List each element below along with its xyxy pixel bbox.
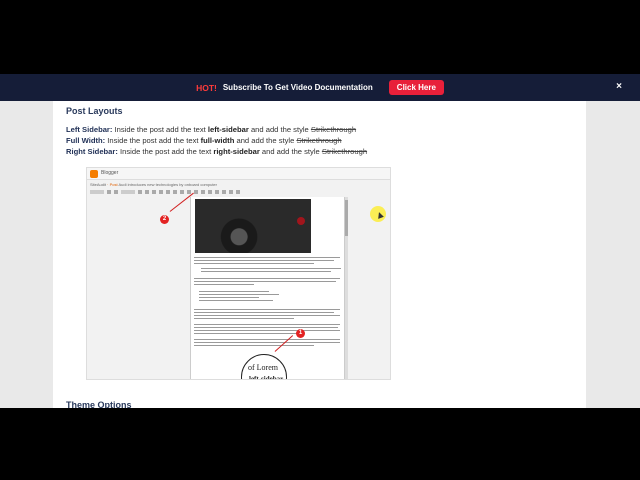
blogger-header: Blogger (87, 168, 390, 180)
editor-toolbar (90, 189, 360, 195)
post-document (190, 197, 345, 379)
blogger-logo-icon (90, 170, 98, 178)
section-title: Post Layouts (66, 106, 123, 116)
editor-scrollbar[interactable] (345, 197, 348, 379)
post-title-bar: SiteAudit · Post Audi introduces new tec… (90, 182, 217, 187)
callout-2: 2 (160, 215, 169, 224)
layout-full-width: Full Width: Inside the post add the text… (66, 136, 342, 145)
promo-bar: HOT! Subscribe To Get Video Documentatio… (0, 74, 640, 101)
close-icon[interactable]: × (616, 81, 622, 92)
callout-1: 1 (296, 329, 305, 338)
video-frame: HOT! Subscribe To Get Video Documentatio… (0, 74, 640, 408)
next-section-title: Theme Options (66, 400, 132, 408)
blogger-app-name: Blogger (101, 170, 119, 176)
documentation-page: Post Layouts Left Sidebar: Inside the po… (53, 101, 586, 408)
layout-right-sidebar: Right Sidebar: Inside the post add the t… (66, 147, 368, 156)
promo-message: Subscribe To Get Video Documentation (222, 83, 373, 92)
promo-hot-label: HOT! (196, 82, 217, 93)
car-interior-image (195, 199, 311, 253)
click-here-button[interactable]: Click Here (388, 80, 444, 95)
layout-left-sidebar: Left Sidebar: Inside the post add the te… (66, 125, 357, 134)
blogger-screenshot: Blogger SiteAudit · Post Audi introduces… (86, 167, 391, 380)
